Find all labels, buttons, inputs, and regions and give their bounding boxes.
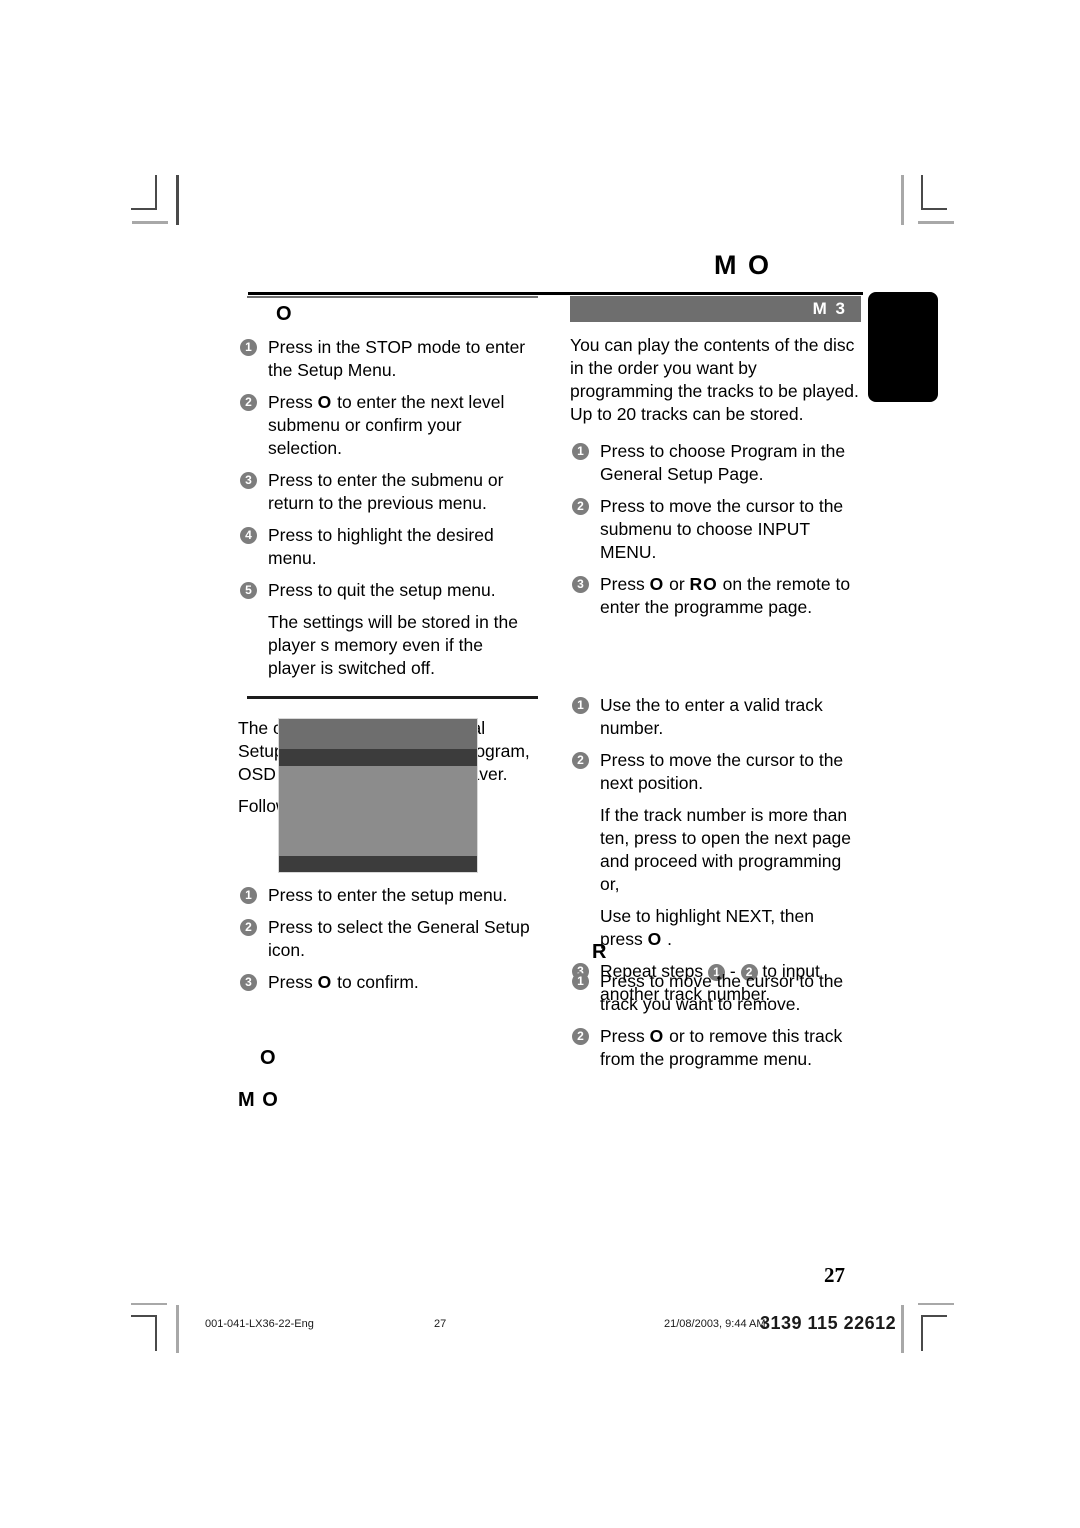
- step-text: Press to move the cursor to the next pos…: [600, 750, 844, 793]
- crop-mark-top-right-corner-h: [921, 208, 947, 210]
- step-number-badge: 4: [240, 527, 257, 544]
- step-number-badge: 1: [572, 697, 589, 714]
- step-text-pre: Press: [600, 1026, 650, 1046]
- left-footer-heading-1: O: [260, 1047, 277, 1069]
- step-text: Press in the STOP mode to enter the Setu…: [268, 337, 526, 380]
- crop-mark-top-left-horizontal: [132, 221, 168, 224]
- note-use-next-highlight: Use to highlight NEXT, then: [600, 906, 815, 926]
- step-text: Press to choose Program in the General S…: [600, 441, 846, 484]
- osd-screenshot-figure: [278, 718, 478, 873]
- page-title: M O: [714, 250, 771, 280]
- step-text-pre: Press: [600, 574, 650, 594]
- step-number-badge: 2: [572, 752, 589, 769]
- program-intro-text: You can play the contents of the disc in…: [570, 335, 859, 424]
- step-number-badge: 1: [240, 339, 257, 356]
- crop-mark-bottom-right-horizontal: [918, 1303, 954, 1305]
- left-footer-heading-2: M O: [238, 1089, 279, 1111]
- program-button-icon: RO: [689, 574, 718, 594]
- list-item: 1 Press in the STOP mode to enter the Se…: [238, 336, 530, 382]
- left-column-footer-headings: O M O: [230, 1042, 530, 1122]
- step-text: Use the to enter a valid track number.: [600, 695, 823, 738]
- footer-file-name: 001-041-LX36-22-Eng: [205, 1318, 314, 1330]
- step-number-badge: 3: [572, 576, 589, 593]
- right-section-band-heading: M 3: [570, 296, 861, 322]
- edge-tab-marker: [868, 292, 938, 402]
- crop-mark-bottom-left-horizontal: [131, 1303, 167, 1305]
- page-number: 27: [824, 1263, 845, 1287]
- list-item: 3 Press O to confirm.: [238, 971, 530, 994]
- ok-button-icon: O: [317, 972, 333, 992]
- crop-mark-top-left-corner-v: [155, 175, 157, 210]
- step-text: Press: [268, 392, 318, 412]
- list-item: 5 Press to quit the setup menu.: [238, 579, 530, 602]
- step-number-badge: 1: [572, 443, 589, 460]
- figure-band-dark-1: [279, 749, 477, 766]
- crop-mark-top-left-corner-h: [131, 208, 157, 210]
- step-text: Press to quit the setup menu.: [268, 580, 496, 600]
- step-text: Press to highlight the desired menu.: [268, 525, 494, 568]
- step-text: Press: [268, 972, 318, 992]
- footer-product-code: 3139 115 22612: [760, 1313, 897, 1333]
- list-item: 2 Press to move the cursor to the next p…: [570, 749, 862, 795]
- footer-page-number: 27: [434, 1318, 447, 1330]
- step-text: Press to enter the setup menu.: [268, 885, 508, 905]
- list-item: 3 Press O or RO on the remote to enter t…: [570, 573, 862, 619]
- print-footer: 001-041-LX36-22-Eng 27 21/08/2003, 9:44 …: [0, 1312, 1080, 1342]
- list-item: 2 Press to select the General Setup icon…: [238, 916, 530, 962]
- ok-button-icon: O: [649, 1026, 665, 1046]
- left-column-lower: 1 Press to enter the setup menu. 2 Press…: [230, 884, 530, 1003]
- step-text: Press to select the General Setup icon.: [268, 917, 530, 960]
- list-item: 2 Press O to enter the next level submen…: [238, 391, 530, 460]
- page-header: M O: [248, 250, 863, 295]
- step-number-badge: 1: [572, 973, 589, 990]
- ok-button-icon: O: [317, 392, 333, 412]
- crop-mark-top-right-horizontal: [918, 221, 954, 224]
- step-text: Press to move the cursor to the track yo…: [600, 971, 844, 1014]
- right-column-remove-section: R 1 Press to move the cursor to the trac…: [562, 936, 862, 1080]
- step-number-badge: 2: [572, 1028, 589, 1045]
- step-text-mid: or: [664, 1026, 690, 1046]
- crop-mark-top-right-vertical: [901, 175, 904, 225]
- crop-mark-top-left-vertical: [176, 175, 179, 225]
- step-text: Press to move the cursor to the submenu …: [600, 496, 844, 562]
- step-number-badge: 3: [240, 472, 257, 489]
- step-text-rest: to confirm.: [332, 972, 419, 992]
- left-section-heading: O: [276, 303, 293, 325]
- left-section-divider-rule: [247, 696, 538, 699]
- crop-mark-top-right-corner-v: [921, 175, 923, 210]
- list-item: 2 Press O or to remove this track from t…: [570, 1025, 862, 1071]
- note-track-more-than-ten: If the track number is more than ten, pr…: [600, 805, 852, 894]
- ok-button-icon: O: [649, 574, 665, 594]
- list-item: 4 Press to highlight the desired menu.: [238, 524, 530, 570]
- remove-section-heading: R: [592, 941, 608, 963]
- footer-timestamp: 21/08/2003, 9:44 AM: [664, 1318, 766, 1330]
- step-number-badge: 2: [572, 498, 589, 515]
- step-number-badge: 1: [240, 887, 257, 904]
- right-column: M 3 You can play the contents of the dis…: [562, 296, 862, 628]
- list-item: 1 Press to enter the setup menu.: [238, 884, 530, 907]
- header-divider-rule: [248, 292, 863, 295]
- list-item: 3 Press to enter the submenu or return t…: [238, 469, 530, 515]
- figure-band-top: [279, 719, 477, 749]
- step-number-badge: 2: [240, 394, 257, 411]
- step-text: Press to enter the submenu or return to …: [268, 470, 504, 513]
- step-number-badge: 5: [240, 582, 257, 599]
- step-text-mid: or: [664, 574, 690, 594]
- list-item: 1 Press to move the cursor to the track …: [570, 970, 862, 1016]
- list-item: 1 Use the to enter a valid track number.: [570, 694, 862, 740]
- list-item: 1 Press to choose Program in the General…: [570, 440, 862, 486]
- step-number-badge: 2: [240, 919, 257, 936]
- list-item: 2 Press to move the cursor to the submen…: [570, 495, 862, 564]
- step-number-badge: 3: [240, 974, 257, 991]
- figure-band-body: [279, 766, 477, 856]
- step-five-note: The settings will be stored in the playe…: [268, 612, 518, 678]
- left-section-top-rule: [247, 296, 538, 298]
- figure-band-dark-2: [279, 856, 477, 872]
